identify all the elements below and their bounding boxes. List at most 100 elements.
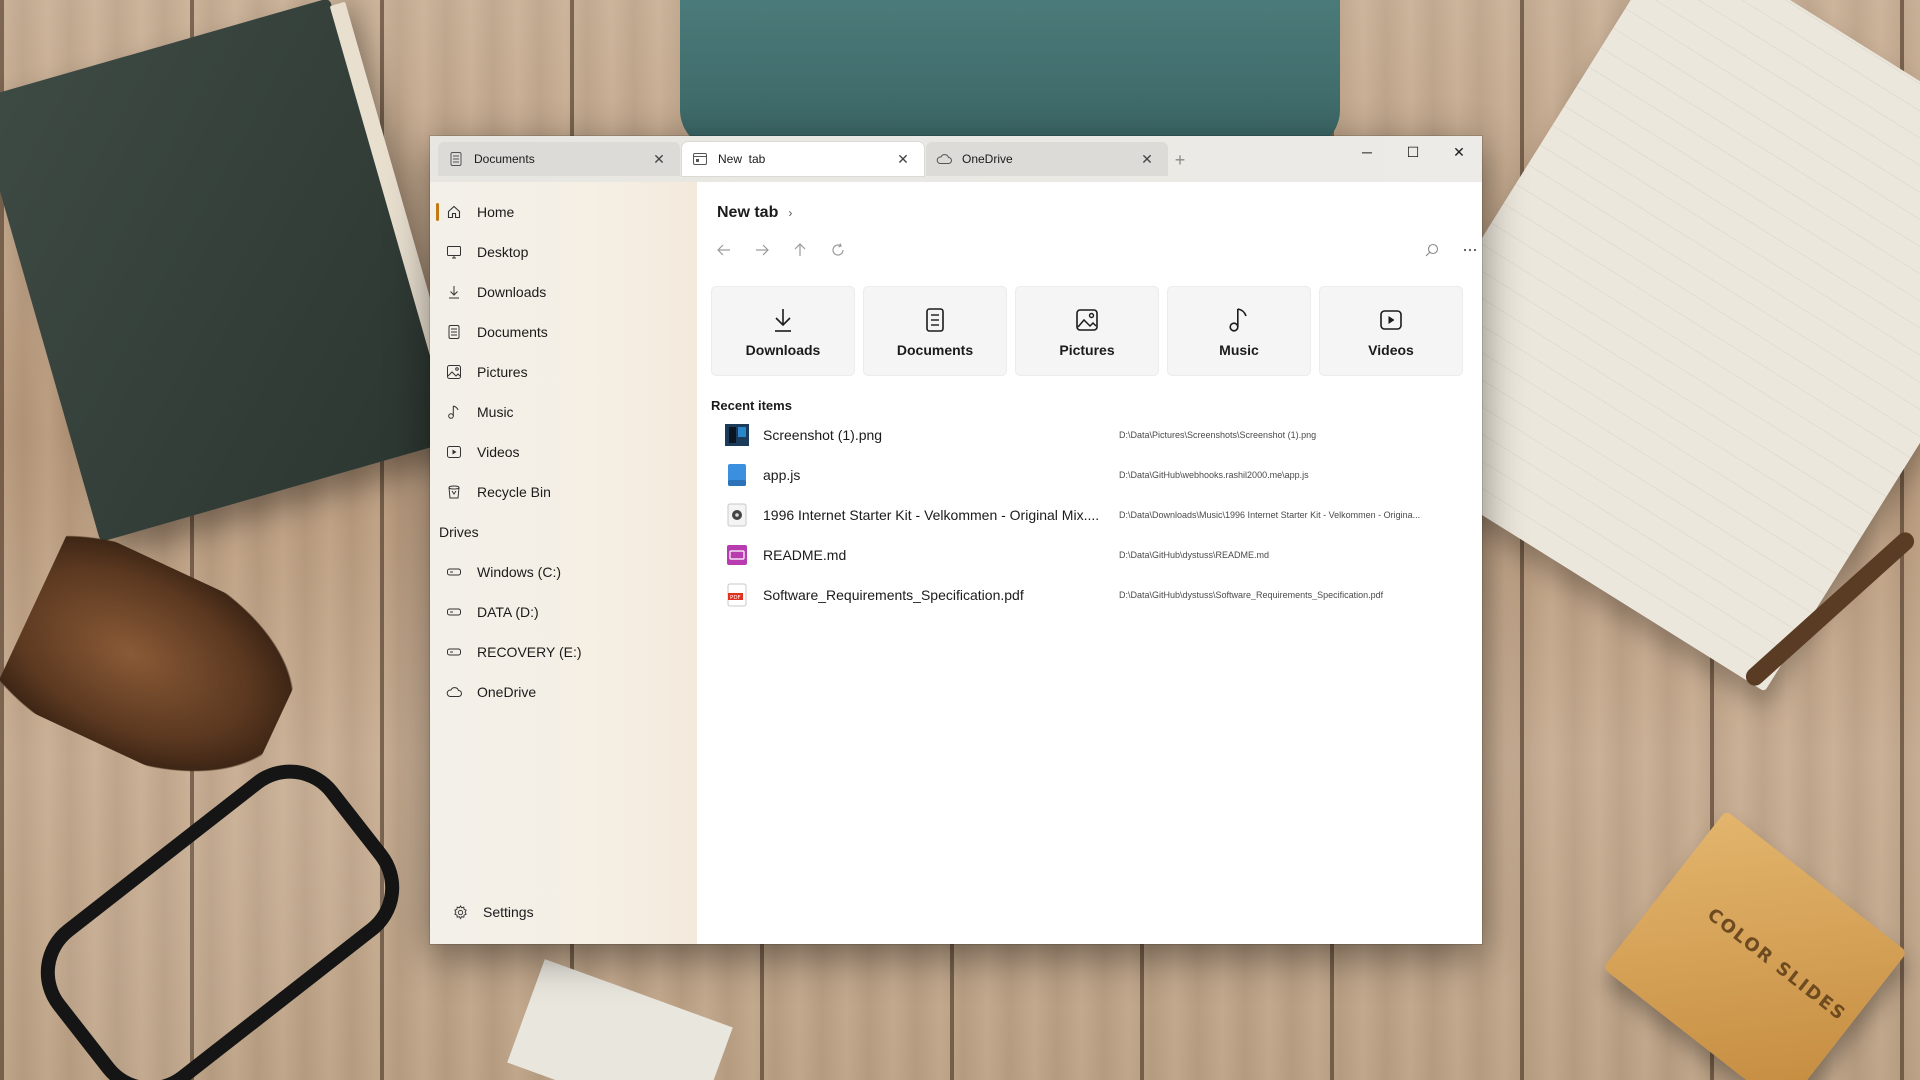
sidebar-item-home[interactable]: Home	[436, 194, 691, 230]
tab-new-tab[interactable]: New tab ✕	[682, 142, 924, 176]
recent-item[interactable]: README.md D:\Data\GitHub\dystuss\README.…	[711, 536, 1471, 574]
desktop-icon	[446, 244, 462, 260]
drive-icon	[446, 564, 462, 580]
home-tab-icon	[692, 151, 708, 167]
breadcrumb-chevron-icon[interactable]: ›	[788, 206, 792, 220]
sidebar-item-music[interactable]: Music	[436, 394, 691, 430]
forward-button[interactable]	[748, 236, 776, 264]
title-bar[interactable]: Documents ✕ New tab ✕ OneDrive ✕ + ─ ☐ ✕	[430, 136, 1482, 182]
sidebar-item-windows-c[interactable]: Windows (C:)	[436, 554, 691, 590]
tab-label: OneDrive	[962, 152, 1013, 166]
close-button[interactable]: ✕	[1436, 136, 1482, 168]
back-button[interactable]	[710, 236, 738, 264]
sidebar-item-desktop[interactable]: Desktop	[436, 234, 691, 270]
up-button[interactable]	[786, 236, 814, 264]
picture-icon	[1073, 306, 1101, 334]
close-tab-icon[interactable]: ✕	[648, 148, 670, 170]
arrow-right-icon	[756, 244, 769, 256]
download-icon	[446, 284, 462, 300]
recent-items-title: Recent items	[711, 398, 792, 413]
sidebar-item-recovery-e[interactable]: RECOVERY (E:)	[436, 634, 691, 670]
breadcrumb-current[interactable]: New tab	[717, 204, 778, 222]
search-button[interactable]	[1418, 236, 1446, 264]
more-icon	[1463, 248, 1477, 252]
sidebar-item-label: Downloads	[477, 284, 547, 300]
sidebar-item-videos[interactable]: Videos	[436, 434, 691, 470]
sidebar-item-documents[interactable]: Documents	[436, 314, 691, 350]
main-pane: New tab › Downloads Documents Pictures M…	[697, 182, 1482, 944]
tab-label: New tab	[718, 152, 766, 166]
drive-icon	[446, 644, 462, 660]
arrow-left-icon	[717, 244, 730, 256]
pdf-file-icon: PDF	[725, 583, 749, 607]
quick-access-pictures[interactable]: Pictures	[1015, 286, 1159, 376]
quick-access-documents[interactable]: Documents	[863, 286, 1007, 376]
tab-documents[interactable]: Documents ✕	[438, 142, 680, 176]
breadcrumb[interactable]: New tab ›	[717, 204, 792, 222]
file-path: D:\Data\GitHub\dystuss\Software_Requirem…	[1119, 590, 1384, 600]
recent-item[interactable]: 1996 Internet Starter Kit - Velkommen - …	[711, 496, 1471, 534]
quick-access-music[interactable]: Music	[1167, 286, 1311, 376]
drive-icon	[446, 604, 462, 620]
wallpaper-pinecone	[0, 521, 318, 809]
close-tab-icon[interactable]: ✕	[892, 148, 914, 170]
minimize-button[interactable]: ─	[1344, 136, 1390, 168]
sidebar-item-pictures[interactable]: Pictures	[436, 354, 691, 390]
sidebar-item-recycle-bin[interactable]: Recycle Bin	[436, 474, 691, 510]
file-path: D:\Data\Pictures\Screenshots\Screenshot …	[1119, 430, 1317, 440]
file-name: Software_Requirements_Specification.pdf	[763, 587, 1024, 603]
quick-access-videos[interactable]: Videos	[1319, 286, 1463, 376]
music-icon	[1225, 306, 1253, 334]
sidebar-item-label: DATA (D:)	[477, 604, 539, 620]
drives-header[interactable]: Drives	[439, 524, 479, 540]
cloud-icon	[936, 151, 952, 167]
card-label: Documents	[896, 342, 974, 358]
image-file-icon	[725, 423, 749, 447]
close-tab-icon[interactable]: ✕	[1136, 148, 1158, 170]
markdown-file-icon	[725, 543, 749, 567]
wallpaper-book	[0, 0, 457, 543]
recent-item[interactable]: app.js D:\Data\GitHub\webhooks.rashil200…	[711, 456, 1471, 494]
sidebar-item-label: Desktop	[477, 244, 529, 260]
sidebar: Home Desktop Downloads Documents Picture…	[430, 182, 697, 944]
card-label: Videos	[1368, 342, 1414, 358]
download-icon	[769, 306, 797, 334]
home-icon	[446, 204, 462, 220]
wallpaper-slides-box: COLOR SLIDES	[1602, 810, 1908, 1080]
sidebar-item-downloads[interactable]: Downloads	[436, 274, 691, 310]
video-icon	[446, 444, 462, 460]
sidebar-item-label: Music	[477, 404, 514, 420]
maximize-button[interactable]: ☐	[1390, 136, 1436, 168]
sidebar-item-label: Recycle Bin	[477, 484, 551, 500]
document-icon	[448, 151, 464, 167]
sidebar-item-data-d[interactable]: DATA (D:)	[436, 594, 691, 630]
picture-icon	[446, 364, 462, 380]
recent-item[interactable]: Screenshot (1).png D:\Data\Pictures\Scre…	[711, 416, 1471, 454]
sidebar-item-label: Windows (C:)	[477, 564, 562, 580]
recent-item[interactable]: PDF Software_Requirements_Specification.…	[711, 576, 1471, 614]
sidebar-item-label: Home	[477, 204, 515, 220]
new-tab-button[interactable]: +	[1168, 148, 1192, 172]
tab-onedrive[interactable]: OneDrive ✕	[926, 142, 1168, 176]
sidebar-item-onedrive[interactable]: OneDrive	[436, 674, 691, 710]
file-path: D:\Data\GitHub\webhooks.rashil2000.me\ap…	[1119, 470, 1309, 480]
sidebar-item-label: OneDrive	[477, 684, 537, 700]
arrow-up-icon	[794, 243, 806, 256]
sidebar-item-label: Documents	[477, 324, 548, 340]
music-icon	[446, 404, 462, 420]
sidebar-item-label: RECOVERY (E:)	[477, 644, 582, 660]
wallpaper-paper	[507, 959, 733, 1080]
tab-label: Documents	[474, 152, 535, 166]
settings-button[interactable]: Settings	[442, 894, 697, 930]
card-label: Downloads	[745, 342, 821, 358]
file-path: D:\Data\Downloads\Music\1996 Internet St…	[1119, 510, 1421, 520]
file-name: Screenshot (1).png	[763, 427, 883, 443]
card-label: Music	[1219, 342, 1259, 358]
svg-text:PDF: PDF	[730, 595, 741, 601]
more-options-button[interactable]	[1456, 236, 1482, 264]
quick-access-downloads[interactable]: Downloads	[711, 286, 855, 376]
refresh-button[interactable]	[824, 236, 852, 264]
card-label: Pictures	[1059, 342, 1115, 358]
sidebar-item-label: Pictures	[477, 364, 528, 380]
video-icon	[1377, 306, 1405, 334]
